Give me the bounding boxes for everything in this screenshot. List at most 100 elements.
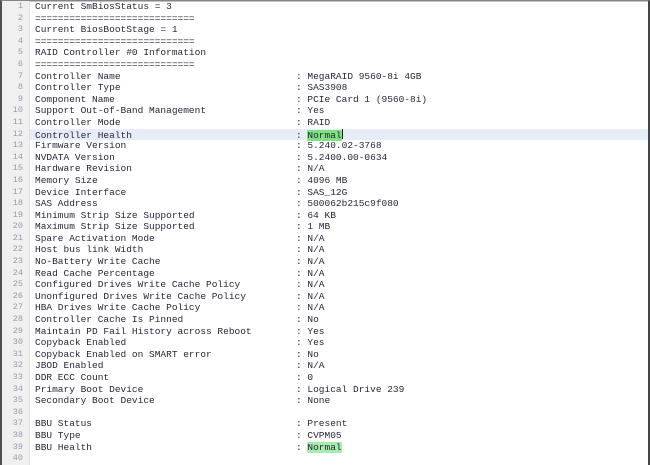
line-content: DDR ECC Count: 0	[30, 372, 648, 384]
label-value-separator: :	[296, 175, 307, 186]
line-number: 38	[2, 430, 30, 442]
line-number: 19	[2, 210, 30, 222]
line-number: 11	[2, 117, 30, 129]
label-value-separator: :	[296, 430, 307, 441]
line-number: 12	[2, 129, 30, 141]
line-content: Component Name: PCIe Card 1 (9560-8i)	[30, 94, 648, 106]
field-label: Component Name	[35, 94, 296, 106]
line-content: Controller Type: SAS3908	[30, 82, 648, 94]
line-content: Copyback Enabled: Yes	[30, 337, 648, 349]
log-text-viewer[interactable]: 1Current SmBiosStatus = 32==============…	[0, 0, 650, 465]
line-content: Maximum Strip Size Supported: 1 MB	[30, 221, 648, 233]
field-value: MegaRAID 9560-8i 4GB	[307, 71, 421, 82]
line-number: 9	[2, 94, 30, 106]
field-value: N/A	[307, 163, 324, 174]
field-value: 0	[307, 372, 313, 383]
line-content: Controller Cache Is Pinned: No	[30, 314, 648, 326]
label-value-separator: :	[296, 326, 307, 337]
line-content: No-Battery Write Cache: N/A	[30, 256, 648, 268]
field-label: No-Battery Write Cache	[35, 256, 296, 268]
line-number: 18	[2, 198, 30, 210]
label-value-separator: :	[296, 82, 307, 93]
label-value-separator: :	[296, 210, 307, 221]
line-content: BBU Health: Normal	[30, 442, 648, 454]
line-number: 27	[2, 302, 30, 314]
text-line: 32JBOD Enabled: N/A	[2, 360, 648, 372]
label-value-separator: :	[296, 94, 307, 105]
field-label: Support Out-of-Band Management	[35, 105, 296, 117]
field-value: 1 MB	[307, 221, 330, 232]
text-line: 5RAID Controller #0 Information	[2, 47, 648, 59]
label-value-separator: :	[296, 163, 307, 174]
label-value-separator: :	[296, 418, 307, 429]
text-line: 17Device Interface: SAS_12G	[2, 187, 648, 199]
label-value-separator: :	[296, 360, 307, 371]
label-value-separator: :	[296, 152, 307, 163]
field-value: Present	[307, 418, 347, 429]
plain-text: RAID Controller #0 Information	[35, 47, 206, 58]
field-label: SAS Address	[35, 198, 296, 210]
field-label: Hardware Revision	[35, 163, 296, 175]
text-line: 8Controller Type: SAS3908	[2, 82, 648, 94]
line-number: 32	[2, 360, 30, 372]
line-content: NVDATA Version: 5.2400.00-0634	[30, 152, 648, 164]
line-number: 15	[2, 163, 30, 175]
field-label: Minimum Strip Size Supported	[35, 210, 296, 222]
text-line: 22Host bus link Width: N/A	[2, 244, 648, 256]
field-value: Logical Drive 239	[307, 384, 404, 395]
field-label: DDR ECC Count	[35, 372, 296, 384]
text-line: 20Maximum Strip Size Supported: 1 MB	[2, 221, 648, 233]
line-content: ============================	[30, 13, 648, 25]
line-content: ============================	[30, 36, 648, 48]
text-line: 21Spare Activation Mode: N/A	[2, 233, 648, 245]
line-content: Spare Activation Mode: N/A	[30, 233, 648, 245]
text-line: 19Minimum Strip Size Supported: 64 KB	[2, 210, 648, 222]
line-content: BBU Type: CVPM05	[30, 430, 648, 442]
label-value-separator: :	[296, 291, 307, 302]
field-label: Device Interface	[35, 187, 296, 199]
field-value: 500062b215c9f080	[307, 198, 398, 209]
text-line: 27HBA Drives Write Cache Policy: N/A	[2, 302, 648, 314]
line-number: 22	[2, 244, 30, 256]
plain-text: ============================	[35, 36, 195, 47]
line-content: BBU Status: Present	[30, 418, 648, 430]
text-line: 6============================	[2, 59, 648, 71]
label-value-separator: :	[296, 117, 307, 128]
text-line: 7Controller Name: MegaRAID 9560-8i 4GB	[2, 71, 648, 83]
line-number: 1	[2, 1, 30, 13]
field-value: 5.2400.00-0634	[307, 152, 387, 163]
line-content: Memory Size: 4096 MB	[30, 175, 648, 187]
line-number: 8	[2, 82, 30, 94]
text-line: 14NVDATA Version: 5.2400.00-0634	[2, 152, 648, 164]
line-number: 20	[2, 221, 30, 233]
plain-text: ============================	[35, 13, 195, 24]
line-number: 29	[2, 326, 30, 338]
line-content: SAS Address: 500062b215c9f080	[30, 198, 648, 210]
label-value-separator: :	[296, 279, 307, 290]
text-caret	[342, 129, 343, 139]
line-content: Unonfigured Drives Write Cache Policy: N…	[30, 291, 648, 303]
line-number: 26	[2, 291, 30, 303]
field-label: BBU Status	[35, 418, 296, 430]
text-line: 38BBU Type: CVPM05	[2, 430, 648, 442]
field-label: BBU Health	[35, 442, 296, 454]
field-label: Configured Drives Write Cache Policy	[35, 279, 296, 291]
line-number: 34	[2, 384, 30, 396]
text-line: 37BBU Status: Present	[2, 418, 648, 430]
field-value: None	[307, 395, 330, 406]
text-line: 11Controller Mode: RAID	[2, 117, 648, 129]
text-line: 12Controller Health: Normal	[2, 129, 648, 141]
line-number: 13	[2, 140, 30, 152]
field-value: No	[307, 349, 318, 360]
field-label: HBA Drives Write Cache Policy	[35, 302, 296, 314]
label-value-separator: :	[296, 268, 307, 279]
line-content: Secondary Boot Device: None	[30, 395, 648, 407]
field-label: JBOD Enabled	[35, 360, 296, 372]
label-value-separator: :	[296, 442, 307, 453]
text-line: 23No-Battery Write Cache: N/A	[2, 256, 648, 268]
line-number: 21	[2, 233, 30, 245]
field-value: N/A	[307, 291, 324, 302]
field-value: Yes	[307, 337, 324, 348]
field-label: Host bus link Width	[35, 244, 296, 256]
line-content: Device Interface: SAS_12G	[30, 187, 648, 199]
